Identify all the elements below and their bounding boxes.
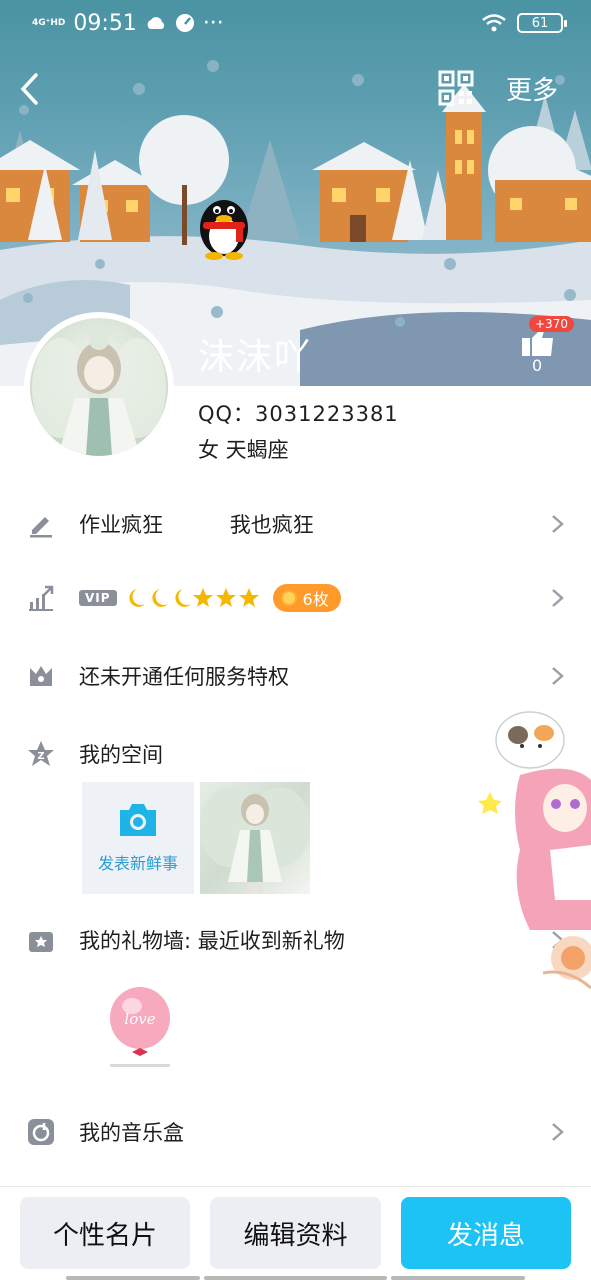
- service-privilege-row[interactable]: 还未开通任何服务特权: [0, 646, 591, 706]
- cloud-icon: [147, 17, 164, 29]
- pencil-icon: [30, 517, 52, 538]
- qq-number: QQ：3031223381: [198, 402, 399, 426]
- like-button[interactable]: +370 0: [515, 316, 574, 376]
- chevron-right-icon: [552, 589, 564, 607]
- top-navigation: 更多: [0, 64, 591, 114]
- battery-level: 61: [531, 15, 549, 31]
- status-more-dots: ···: [202, 10, 224, 36]
- medal-badge[interactable]: 6枚: [272, 584, 341, 612]
- like-count: 0: [532, 356, 543, 375]
- anime-girl-avatar-illustration: [32, 330, 166, 456]
- service-privilege-text: 还未开通任何服务特权: [79, 665, 289, 689]
- battery-indicator: 61: [517, 13, 567, 33]
- qzone-star-icon: Z: [28, 741, 54, 766]
- status-bar: 4G⁺HD 09:51 ··· 61: [0, 0, 591, 46]
- vip-info: VIP 6枚: [79, 584, 341, 612]
- gesture-bar-segment: [204, 1276, 387, 1280]
- profile-card-button[interactable]: 个性名片: [20, 1197, 190, 1269]
- svg-text:Z: Z: [37, 751, 44, 762]
- vip-level-row[interactable]: VIP 6枚: [0, 568, 591, 628]
- send-message-button[interactable]: 发消息: [401, 1197, 571, 1269]
- post-new-feed-label: 发表新鲜事: [97, 854, 178, 873]
- anime-girl-photo: [200, 787, 310, 894]
- speedometer-icon: [175, 14, 194, 32]
- back-button[interactable]: [14, 68, 44, 110]
- music-box-row[interactable]: 我的音乐盒: [0, 1102, 591, 1162]
- chevron-right-icon: [552, 515, 564, 533]
- my-space-text: 我的空间: [79, 743, 163, 767]
- camera-icon: [120, 804, 156, 836]
- space-photo-thumbnail[interactable]: [200, 782, 310, 894]
- chevron-right-icon: [552, 667, 564, 685]
- avatar[interactable]: [24, 312, 174, 462]
- more-button[interactable]: 更多: [506, 70, 558, 107]
- avatar-image: [30, 318, 168, 456]
- post-new-feed-button[interactable]: 发表新鲜事: [82, 782, 194, 894]
- qq-level-moons-stars-icon: [128, 588, 259, 607]
- crown-icon: [30, 666, 52, 686]
- signature-row[interactable]: 作业疯狂 我也疯狂: [0, 494, 591, 554]
- medal-icon: [280, 590, 297, 606]
- flower-sticker: [542, 936, 591, 990]
- gift-icon: [29, 932, 53, 952]
- gender-constellation: 女 天蝎座: [198, 438, 289, 462]
- like-badge: +370: [529, 316, 574, 332]
- status-time: 09:51: [73, 10, 137, 36]
- gift-wall-text: 我的礼物墙: 最近收到新礼物: [79, 929, 345, 953]
- thumbs-up-icon: [522, 330, 553, 356]
- wifi-icon: [482, 14, 506, 32]
- bottom-action-bar: 个性名片 编辑资料 发消息: [0, 1186, 591, 1280]
- network-indicator: 4G⁺HD: [32, 18, 66, 28]
- edit-profile-button[interactable]: 编辑资料: [210, 1197, 381, 1269]
- balloon-text: love: [124, 1010, 155, 1028]
- music-box-text: 我的音乐盒: [79, 1121, 184, 1145]
- medal-count: 6枚: [302, 590, 329, 609]
- chevron-right-icon: [552, 1123, 564, 1141]
- vip-tag: VIP: [79, 590, 117, 606]
- level-up-icon: [29, 585, 54, 611]
- love-balloon-gift[interactable]: love: [105, 986, 175, 1070]
- music-disc-icon: [28, 1119, 54, 1145]
- chevron-left-icon: [20, 73, 38, 105]
- gesture-bar-segment: [66, 1276, 200, 1280]
- profile-nickname: 沫沫吖: [198, 337, 313, 378]
- signature-text: 作业疯狂 我也疯狂: [79, 513, 314, 537]
- qr-code-icon[interactable]: [438, 70, 474, 106]
- anime-pendant-sticker[interactable]: [470, 700, 591, 930]
- gesture-bar-segment: [391, 1276, 525, 1280]
